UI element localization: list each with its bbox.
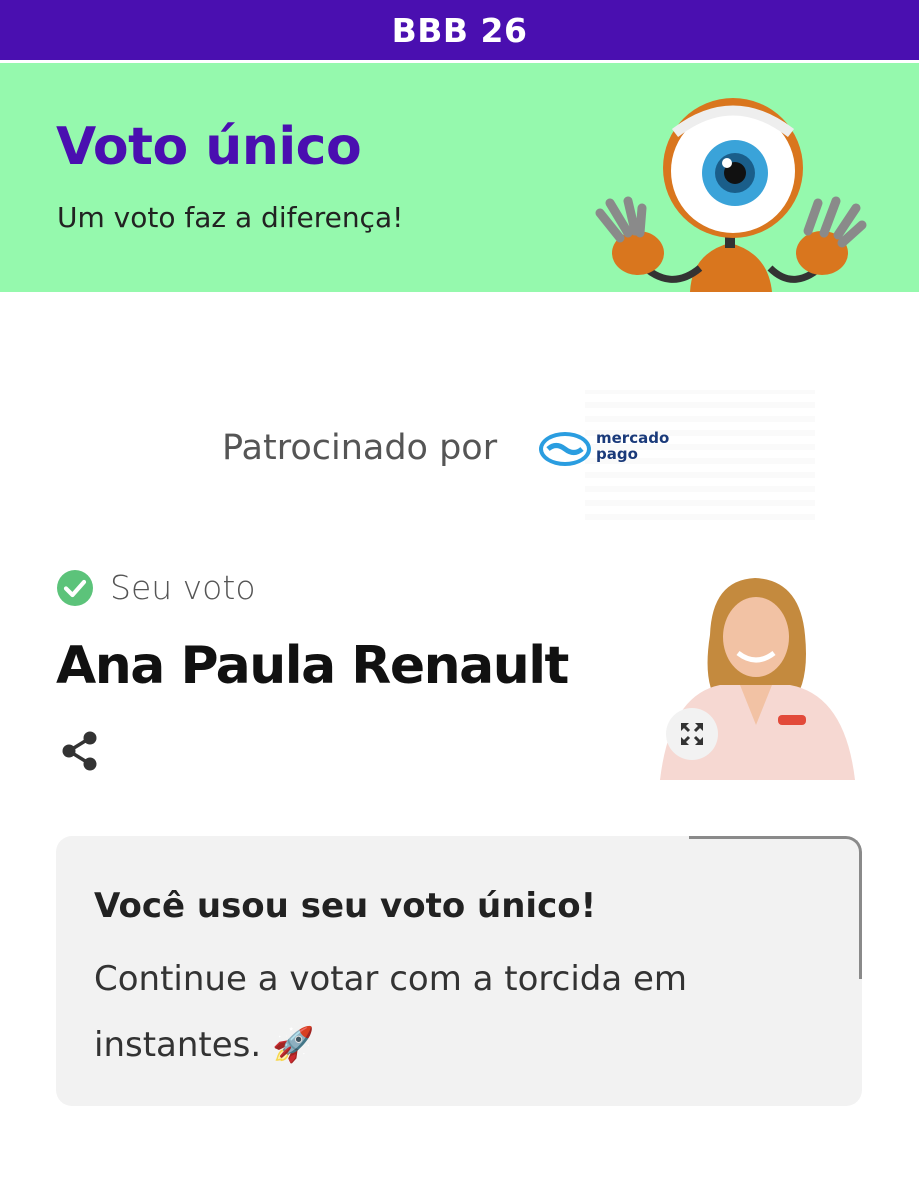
- hero-banner: Voto único Um voto faz a diferença!: [0, 63, 919, 292]
- top-bar: BBB 26: [0, 0, 919, 60]
- sponsor-logo-text-1: mercado: [596, 429, 670, 447]
- vote-status: Seu voto: [56, 568, 256, 607]
- sponsor-label: Patrocinado por: [222, 428, 498, 468]
- banner-subtitle: Um voto faz a diferença!: [57, 201, 404, 234]
- candidate-name: Ana Paula Renault: [56, 636, 569, 696]
- expand-icon: [681, 723, 703, 745]
- share-icon[interactable]: [60, 730, 100, 772]
- expand-photo-button[interactable]: [666, 708, 718, 760]
- banner-title: Voto único: [56, 117, 362, 177]
- program-title: BBB 26: [391, 10, 528, 50]
- mascot-icon: [595, 98, 867, 292]
- notice-card: Você usou seu voto único! Continue a vot…: [56, 836, 862, 1106]
- sponsor-logo: mercado pago: [538, 428, 673, 470]
- notice-body: Continue a votar com a torcida em instan…: [94, 959, 688, 1065]
- vote-status-label: Seu voto: [110, 568, 256, 607]
- handshake-logo-icon: [539, 432, 591, 466]
- check-circle-icon: [57, 569, 93, 606]
- notice-title: Você usou seu voto único!: [94, 886, 597, 926]
- sponsor-logo-text-2: pago: [596, 445, 638, 463]
